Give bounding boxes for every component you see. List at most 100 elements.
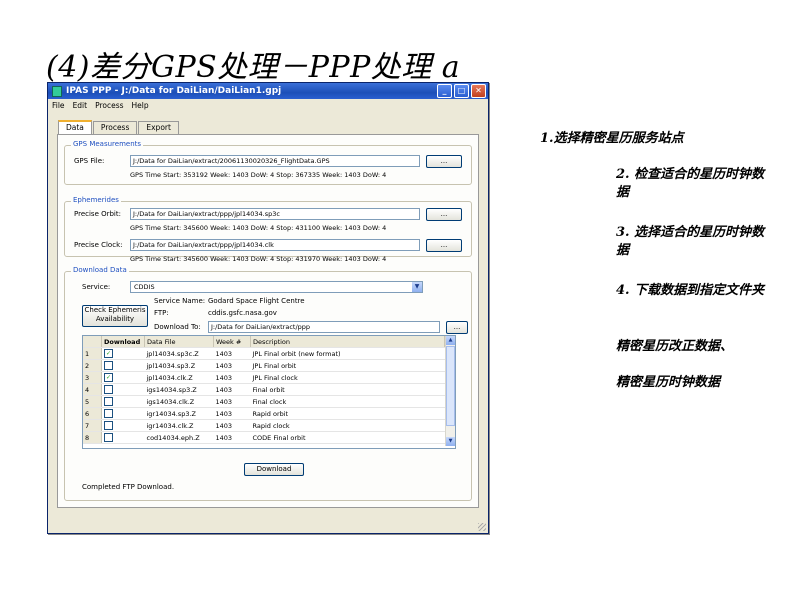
data-file-cell: jpl14034.sp3c.Z: [144, 347, 214, 360]
week-cell: 1403: [213, 359, 251, 372]
clock-time-info: GPS Time Start: 345600 Week: 1403 DoW: 4…: [130, 255, 387, 263]
row-number: 7: [83, 419, 102, 432]
row-number: 6: [83, 407, 102, 420]
resize-grip-icon[interactable]: [478, 523, 486, 531]
table-row[interactable]: 3 ✓ jpl14034.clk.Z 1403 JPL Final clock: [83, 371, 445, 384]
table-row[interactable]: 4 igs14034.sp3.Z 1403 Final orbit: [83, 383, 445, 396]
menu-process[interactable]: Process: [95, 101, 123, 110]
week-cell: 1403: [213, 383, 251, 396]
table-scrollbar[interactable]: ▲ ▼: [445, 336, 455, 446]
row-number: 1: [83, 347, 102, 360]
row-number: 2: [83, 359, 102, 372]
table-row[interactable]: 2 jpl14034.sp3.Z 1403 JPL Final orbit: [83, 359, 445, 372]
chevron-down-icon[interactable]: ▼: [412, 282, 422, 292]
week-cell: 1403: [213, 371, 251, 384]
column-header-data-file[interactable]: Data File: [144, 336, 214, 348]
menu-edit[interactable]: Edit: [73, 101, 88, 110]
download-cell: ✓: [101, 371, 145, 384]
table-row[interactable]: 1 ✓ jpl14034.sp3c.Z 1403 JPL Final orbit (ne…: [83, 347, 445, 360]
download-cell: ✓: [101, 347, 145, 360]
download-checkbox[interactable]: [104, 385, 113, 394]
gps-measurements-label: GPS Measurements: [71, 140, 144, 148]
menu-help[interactable]: Help: [132, 101, 149, 110]
week-cell: 1403: [213, 347, 251, 360]
app-window: IPAS PPP - J:/Data for DaiLian/DaiLian1.…: [47, 82, 489, 534]
download-checkbox[interactable]: [104, 433, 113, 442]
download-cell: [101, 407, 145, 420]
description-cell: CODE Final orbit: [250, 431, 445, 444]
description-cell: JPL Final orbit (new format): [250, 347, 445, 360]
app-icon: [52, 85, 62, 97]
column-header-download[interactable]: Download: [101, 336, 145, 348]
download-checkbox[interactable]: [104, 421, 113, 430]
tab-process[interactable]: Process: [92, 121, 138, 134]
precise-clock-field[interactable]: J:/Data for DaiLian/extract/ppp/jpl14034…: [130, 239, 420, 251]
window-title: IPAS PPP - J:/Data for DaiLian/DaiLian1.…: [66, 86, 282, 96]
close-icon[interactable]: ✕: [471, 84, 486, 98]
week-cell: 1403: [213, 431, 251, 444]
data-file-cell: jpl14034.clk.Z: [144, 371, 214, 384]
service-select[interactable]: CDDIS ▼: [130, 281, 423, 293]
description-cell: Final orbit: [250, 383, 445, 396]
ftp-label: FTP:: [154, 309, 169, 317]
data-file-cell: jpl14034.sp3.Z: [144, 359, 214, 372]
window-titlebar[interactable]: IPAS PPP - J:/Data for DaiLian/DaiLian1.…: [48, 83, 488, 99]
menu-file[interactable]: File: [52, 101, 65, 110]
menu-bar: File Edit Process Help: [48, 99, 488, 111]
week-cell: 1403: [213, 407, 251, 420]
orbit-time-info: GPS Time Start: 345600 Week: 1403 DoW: 4…: [130, 224, 387, 232]
status-text: Completed FTP Download.: [82, 483, 175, 491]
precise-orbit-field[interactable]: J:/Data for DaiLian/extract/ppp/jpl14034…: [130, 208, 420, 220]
gps-file-field[interactable]: J:/Data for DaiLian/extract/200611300203…: [130, 155, 420, 167]
table-row[interactable]: 6 igr14034.sp3.Z 1403 Rapid orbit: [83, 407, 445, 420]
download-cell: [101, 419, 145, 432]
note-5: 精密星历改正数据、: [616, 339, 734, 354]
gps-file-browse-button[interactable]: ...: [426, 155, 462, 168]
download-to-label: Download To:: [154, 323, 201, 331]
check-ephemeris-button[interactable]: Check Ephemeris Availability: [82, 305, 148, 327]
column-header-index: [83, 336, 102, 348]
column-header-description[interactable]: Description: [250, 336, 445, 348]
precise-clock-browse-button[interactable]: ...: [426, 239, 462, 252]
download-to-browse-button[interactable]: ...: [446, 321, 468, 334]
row-number: 4: [83, 383, 102, 396]
data-file-cell: igs14034.clk.Z: [144, 395, 214, 408]
download-checkbox[interactable]: ✓: [104, 373, 113, 382]
download-checkbox[interactable]: [104, 361, 113, 370]
data-file-cell: igr14034.clk.Z: [144, 419, 214, 432]
table-row[interactable]: 5 igs14034.clk.Z 1403 Final clock: [83, 395, 445, 408]
note-4: 4. 下载数据到指定文件夹: [616, 283, 765, 298]
table-row[interactable]: 8 cod14034.eph.Z 1403 CODE Final orbit: [83, 431, 445, 444]
service-selected-value: CDDIS: [134, 283, 155, 291]
note-3: 3. 选择适合的星历时钟数据: [616, 225, 765, 258]
service-label: Service:: [82, 283, 111, 291]
note-6: 精密星历时钟数据: [616, 375, 721, 390]
table-header-row: Download Data File Week # Description: [83, 336, 445, 348]
data-file-cell: igr14034.sp3.Z: [144, 407, 214, 420]
scroll-thumb[interactable]: [446, 346, 455, 426]
table-row[interactable]: 7 igr14034.clk.Z 1403 Rapid clock: [83, 419, 445, 432]
scroll-up-icon[interactable]: ▲: [446, 336, 455, 345]
description-cell: JPL Final orbit: [250, 359, 445, 372]
download-checkbox[interactable]: [104, 409, 113, 418]
download-button[interactable]: Download: [244, 463, 304, 476]
data-tab-panel: GPS Measurements GPS File: J:/Data for D…: [57, 134, 479, 508]
description-cell: Final clock: [250, 395, 445, 408]
note-1: 1.选择精密星历服务站点: [540, 131, 684, 146]
precise-orbit-browse-button[interactable]: ...: [426, 208, 462, 221]
column-header-week[interactable]: Week #: [213, 336, 251, 348]
tab-export[interactable]: Export: [138, 121, 179, 134]
ftp-value: cddis.gsfc.nasa.gov: [208, 309, 277, 317]
description-cell: JPL Final clock: [250, 371, 445, 384]
minimize-icon[interactable]: _: [437, 84, 452, 98]
row-number: 5: [83, 395, 102, 408]
download-checkbox[interactable]: [104, 397, 113, 406]
maximize-icon[interactable]: □: [454, 84, 469, 98]
download-checkbox[interactable]: ✓: [104, 349, 113, 358]
download-cell: [101, 395, 145, 408]
download-to-field[interactable]: J:/Data for DaiLian/extract/ppp: [208, 321, 440, 333]
download-data-label: Download Data: [71, 266, 129, 274]
description-cell: Rapid clock: [250, 419, 445, 432]
slide-title: (4)差分GPS处理－PPP处理 a: [46, 50, 461, 85]
scroll-down-icon[interactable]: ▼: [446, 437, 455, 446]
